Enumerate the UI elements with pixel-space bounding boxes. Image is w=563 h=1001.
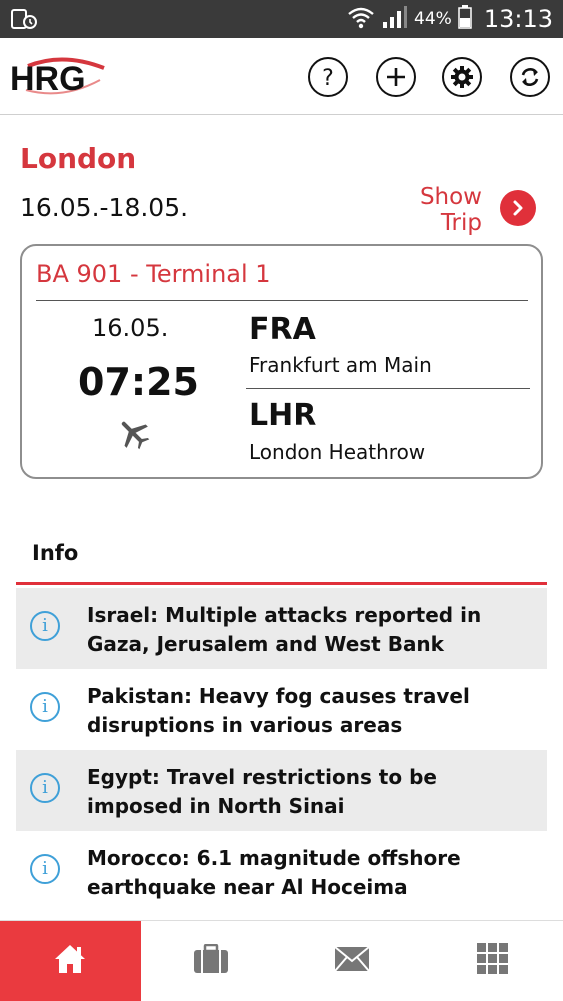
wifi-icon	[346, 5, 376, 33]
settings-icon	[450, 65, 474, 89]
show-trip-button[interactable]: Show Trip	[400, 184, 540, 238]
airplane-icon	[116, 416, 150, 454]
info-icon: i	[30, 692, 60, 722]
news-text: Israel: Multiple attacks reported in Gaz…	[87, 603, 482, 656]
flight-date: 16.05.	[92, 314, 169, 342]
info-icon: i	[30, 773, 60, 803]
news-item[interactable]: i Egypt: Travel restrictions to be impos…	[16, 750, 547, 831]
nav-menu[interactable]	[422, 921, 563, 1001]
info-divider	[16, 582, 547, 585]
add-icon	[385, 66, 407, 88]
trip-city: London	[20, 142, 137, 175]
screenshot-notification-icon	[10, 8, 38, 34]
signal-icon	[382, 5, 408, 33]
card-divider	[36, 300, 528, 301]
battery-percent: 44%	[414, 9, 452, 29]
news-list: i Israel: Multiple attacks reported in G…	[16, 588, 547, 912]
news-item[interactable]: i Morocco: 6.1 magnitude offshore earthq…	[16, 831, 547, 912]
destination-code: LHR	[249, 398, 317, 433]
help-icon: ?	[317, 65, 339, 89]
show-trip-label: Show Trip	[419, 184, 482, 236]
battery-icon	[458, 5, 472, 33]
origin-name: Frankfurt am Main	[249, 353, 432, 377]
trip-dates: 16.05.-18.05.	[20, 193, 189, 222]
grid-icon	[476, 943, 509, 979]
info-heading: Info	[32, 541, 79, 565]
flight-time: 07:25	[78, 360, 199, 404]
destination-name: London Heathrow	[249, 440, 426, 464]
info-icon: i	[30, 854, 60, 884]
svg-text:HRG: HRG	[10, 60, 86, 98]
refresh-button[interactable]	[510, 57, 550, 97]
news-text: Pakistan: Heavy fog causes travel disrup…	[87, 684, 470, 737]
settings-button[interactable]	[442, 57, 482, 97]
add-button[interactable]	[376, 57, 416, 97]
news-text: Egypt: Travel restrictions to be imposed…	[87, 765, 437, 818]
clock: 13:13	[483, 5, 553, 33]
hrg-logo[interactable]: HRG	[8, 54, 108, 98]
chevron-right-icon	[500, 190, 536, 226]
nav-home[interactable]	[0, 921, 141, 1001]
app-header: HRG ?	[0, 38, 563, 115]
origin-code: FRA	[249, 312, 316, 347]
news-text: Morocco: 6.1 magnitude offshore earthqua…	[87, 846, 461, 899]
info-icon: i	[30, 611, 60, 641]
briefcase-icon	[193, 943, 229, 978]
news-item[interactable]: i Pakistan: Heavy fog causes travel disr…	[16, 669, 547, 750]
home-icon	[53, 943, 87, 979]
svg-text:?: ?	[322, 66, 334, 89]
bottom-navigation	[0, 920, 563, 1001]
refresh-icon	[518, 65, 542, 89]
nav-trips[interactable]	[141, 921, 282, 1001]
flight-title: BA 901 - Terminal 1	[36, 260, 271, 288]
nav-messages[interactable]	[282, 921, 423, 1001]
status-bar: 44% 13:13	[0, 0, 563, 38]
news-item[interactable]: i Israel: Multiple attacks reported in G…	[16, 588, 547, 669]
airport-divider	[246, 388, 530, 389]
help-button[interactable]: ?	[308, 57, 348, 97]
flight-card[interactable]: BA 901 - Terminal 1 16.05. 07:25 FRA Fra…	[20, 244, 543, 479]
mail-icon	[334, 946, 370, 976]
